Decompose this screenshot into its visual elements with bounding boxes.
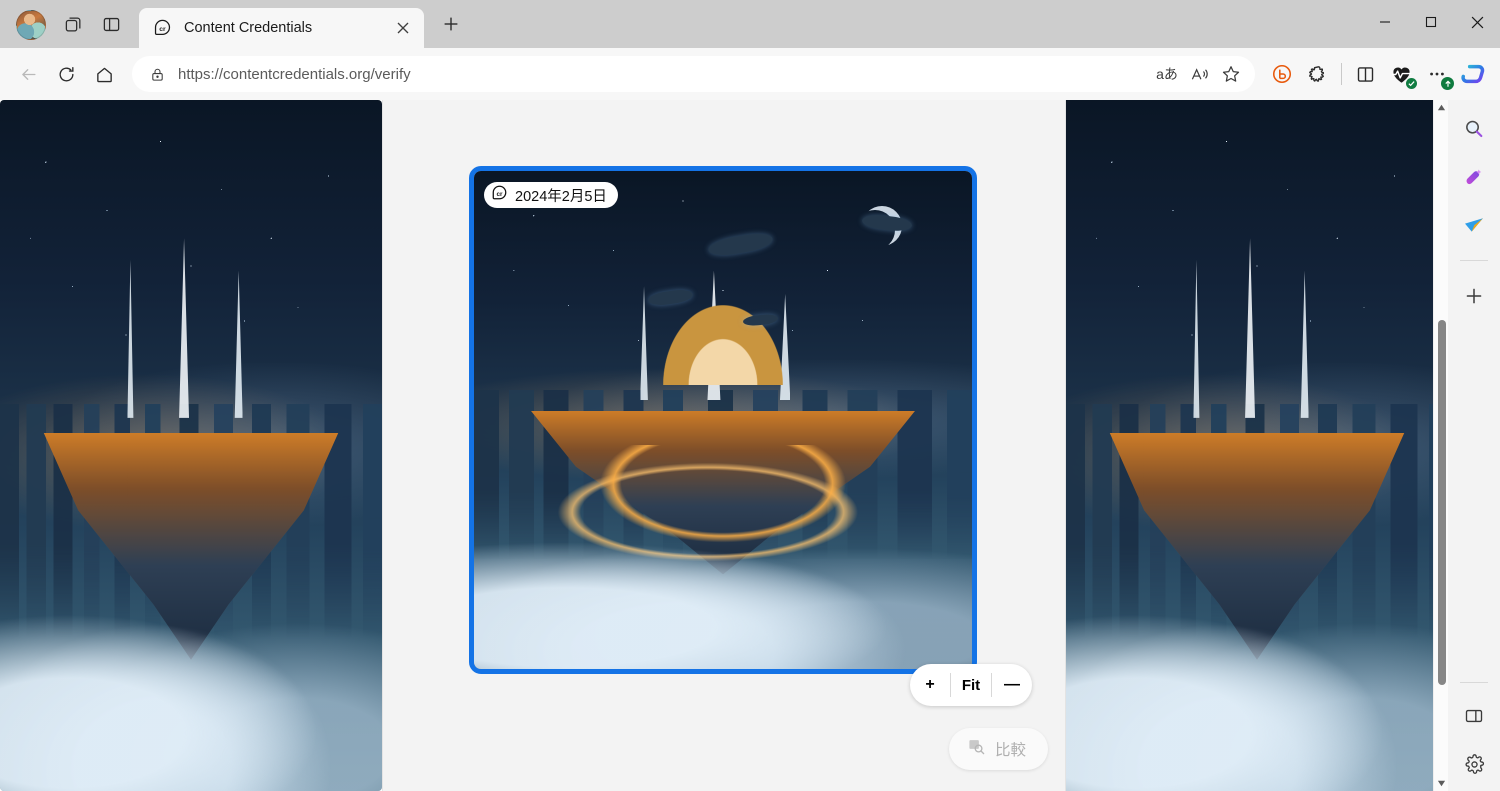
cr-favicon: cr: [153, 19, 172, 38]
split-screen-toolbar-icon[interactable]: [1348, 57, 1382, 91]
compare-icon: [967, 737, 986, 761]
add-sidebar-icon[interactable]: [1457, 279, 1491, 313]
lock-icon: [146, 63, 168, 85]
scrollbar-thumb[interactable]: [1438, 320, 1446, 685]
copilot-icon[interactable]: [1456, 57, 1490, 91]
navigation-toolbar: https://contentcredentials.org/verify aあ: [0, 48, 1500, 100]
edge-divider-bottom: [1460, 682, 1488, 683]
zoom-in-button[interactable]: +: [910, 664, 950, 706]
zoom-controls: + Fit —: [910, 664, 1032, 706]
close-tab-icon[interactable]: [390, 15, 416, 41]
toolbar-divider: [1341, 63, 1342, 85]
file-list-item-selected[interactable]: Generated image cr 2024年2月5日: [0, 220, 382, 305]
tab-strip: cr Content Credentials: [0, 0, 1500, 48]
image-viewer: cr 2024年2月5日 + Fit —: [383, 100, 1065, 791]
content-credentials-badge[interactable]: cr 2024年2月5日: [484, 182, 618, 208]
right-panel: Generated image cr 核發者 Adobe Inc. 於 2024…: [1065, 100, 1448, 791]
gear-icon[interactable]: [1457, 747, 1491, 781]
tab-title: Content Credentials: [184, 20, 390, 36]
read-aloud-icon[interactable]: aあ: [1151, 58, 1183, 90]
new-tab-button[interactable]: [434, 7, 468, 41]
svg-text:cr: cr: [159, 26, 166, 33]
content-credentials-app: cr content credentials 從您的裝置中選取其他檔案 或拖放到…: [0, 100, 1448, 791]
edge-sidebar: [1448, 100, 1500, 791]
generated-image: [474, 171, 972, 669]
url-text: https://contentcredentials.org/verify: [178, 66, 1151, 83]
close-window-button[interactable]: [1454, 0, 1500, 44]
left-panel: cr content credentials 從您的裝置中選取其他檔案 或拖放到…: [0, 100, 383, 791]
refresh-button[interactable]: [48, 56, 84, 92]
tab-actions-icon[interactable]: [56, 7, 90, 41]
favorite-star-icon[interactable]: [1215, 58, 1247, 90]
search-icon[interactable]: [1457, 112, 1491, 146]
file-thumbnail: [28, 235, 84, 291]
page-scrollbar[interactable]: [1433, 100, 1448, 791]
cr-badge-icon: cr: [491, 185, 508, 206]
zoom-out-button[interactable]: —: [992, 664, 1032, 706]
address-bar[interactable]: https://contentcredentials.org/verify aあ: [132, 56, 1255, 92]
performance-ok-badge: [1406, 78, 1417, 89]
scroll-up-arrow[interactable]: [1434, 100, 1448, 115]
zoom-fit-button[interactable]: Fit: [951, 664, 991, 706]
split-screen-icon[interactable]: [94, 7, 128, 41]
immersive-reader-icon[interactable]: [1183, 58, 1215, 90]
settings-and-more-icon[interactable]: [1420, 57, 1454, 91]
edge-sidebar-bottom: [1448, 678, 1500, 781]
designer-icon[interactable]: [1457, 160, 1491, 194]
update-available-badge: [1441, 77, 1454, 90]
read-aloud-label: aあ: [1156, 64, 1178, 84]
extensions-icon[interactable]: [1301, 57, 1335, 91]
edge-divider: [1460, 260, 1488, 261]
right-panel-header: Generated image cr 核發者 Adobe Inc. 於 2024…: [1066, 100, 1448, 197]
selected-image[interactable]: cr 2024年2月5日: [469, 166, 977, 674]
home-button[interactable]: [86, 56, 122, 92]
browser-window: cr Content Credentials: [0, 0, 1500, 791]
header-thumbnail: [1086, 118, 1148, 180]
maximize-button[interactable]: [1408, 0, 1454, 44]
performance-heart-icon[interactable]: [1384, 57, 1418, 91]
sidebar-split-icon[interactable]: [1457, 699, 1491, 733]
page-viewport: cr content credentials 從您的裝置中選取其他檔案 或拖放到…: [0, 100, 1500, 791]
svg-text:cr: cr: [496, 191, 503, 198]
back-button[interactable]: [10, 56, 46, 92]
profile-avatar[interactable]: [16, 10, 46, 40]
games-icon[interactable]: [1457, 208, 1491, 242]
minimize-button[interactable]: [1362, 0, 1408, 44]
compare-label: 比較: [995, 738, 1026, 760]
compare-button[interactable]: 比較: [949, 728, 1048, 770]
browser-tab[interactable]: cr Content Credentials: [139, 8, 424, 48]
window-controls: [1362, 0, 1500, 44]
badge-date-text: 2024年2月5日: [515, 185, 607, 206]
scroll-down-arrow[interactable]: [1434, 776, 1449, 791]
browser-essentials-icon[interactable]: [1265, 57, 1299, 91]
